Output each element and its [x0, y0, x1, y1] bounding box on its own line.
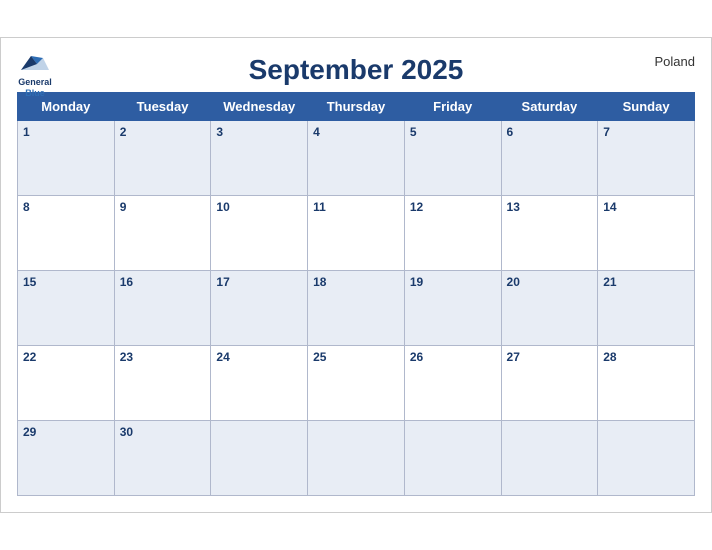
day-number: 28	[603, 350, 689, 364]
day-number: 1	[23, 125, 109, 139]
day-number: 27	[507, 350, 593, 364]
calendar-container: General Blue September 2025 Poland Monda…	[0, 37, 712, 513]
logo-icon	[17, 48, 53, 76]
header-tuesday: Tuesday	[114, 93, 211, 121]
country-label: Poland	[655, 54, 695, 69]
logo: General Blue	[17, 48, 53, 99]
logo-text-blue: Blue	[25, 88, 45, 99]
calendar-title: September 2025	[249, 54, 464, 86]
table-row: 8	[18, 196, 115, 271]
day-number: 6	[507, 125, 593, 139]
calendar-week-row: 15 16 17 18 19 20 21	[18, 271, 695, 346]
table-row: 15	[18, 271, 115, 346]
day-number: 26	[410, 350, 496, 364]
table-row: 29	[18, 421, 115, 496]
table-row: 12	[404, 196, 501, 271]
day-number: 2	[120, 125, 206, 139]
calendar-body: 1234567891011121314151617181920212223242…	[18, 121, 695, 496]
table-row: 23	[114, 346, 211, 421]
table-row: 27	[501, 346, 598, 421]
table-row: 16	[114, 271, 211, 346]
table-row: 3	[211, 121, 308, 196]
calendar-week-row: 22 23 24 25 26 27 28	[18, 346, 695, 421]
day-number: 9	[120, 200, 206, 214]
day-number: 10	[216, 200, 302, 214]
table-row: 30	[114, 421, 211, 496]
day-number: 14	[603, 200, 689, 214]
day-number: 23	[120, 350, 206, 364]
calendar-header: General Blue September 2025 Poland	[17, 48, 695, 86]
day-number: 18	[313, 275, 399, 289]
table-row: 19	[404, 271, 501, 346]
table-row: 4	[308, 121, 405, 196]
table-row: 22	[18, 346, 115, 421]
header-saturday: Saturday	[501, 93, 598, 121]
day-number: 19	[410, 275, 496, 289]
table-row: 18	[308, 271, 405, 346]
table-row: 7	[598, 121, 695, 196]
header-friday: Friday	[404, 93, 501, 121]
day-number: 24	[216, 350, 302, 364]
day-number: 16	[120, 275, 206, 289]
table-row: 6	[501, 121, 598, 196]
header-thursday: Thursday	[308, 93, 405, 121]
day-number: 30	[120, 425, 206, 439]
table-row	[211, 421, 308, 496]
header-sunday: Sunday	[598, 93, 695, 121]
day-number: 4	[313, 125, 399, 139]
table-row: 25	[308, 346, 405, 421]
day-number: 12	[410, 200, 496, 214]
day-number: 22	[23, 350, 109, 364]
day-number: 11	[313, 200, 399, 214]
day-number: 29	[23, 425, 109, 439]
day-number: 13	[507, 200, 593, 214]
calendar-week-row: 29 30	[18, 421, 695, 496]
weekday-header-row: Monday Tuesday Wednesday Thursday Friday…	[18, 93, 695, 121]
day-number: 17	[216, 275, 302, 289]
table-row: 1	[18, 121, 115, 196]
table-row: 11	[308, 196, 405, 271]
day-number: 15	[23, 275, 109, 289]
table-row: 21	[598, 271, 695, 346]
day-number: 25	[313, 350, 399, 364]
table-row: 5	[404, 121, 501, 196]
table-row	[404, 421, 501, 496]
table-row: 24	[211, 346, 308, 421]
table-row: 13	[501, 196, 598, 271]
day-number: 7	[603, 125, 689, 139]
table-row: 28	[598, 346, 695, 421]
day-number: 8	[23, 200, 109, 214]
table-row: 14	[598, 196, 695, 271]
table-row: 20	[501, 271, 598, 346]
calendar-week-row: 1234567	[18, 121, 695, 196]
table-row	[598, 421, 695, 496]
table-row: 9	[114, 196, 211, 271]
calendar-table: Monday Tuesday Wednesday Thursday Friday…	[17, 92, 695, 496]
table-row: 26	[404, 346, 501, 421]
table-row: 10	[211, 196, 308, 271]
day-number: 3	[216, 125, 302, 139]
table-row: 2	[114, 121, 211, 196]
header-wednesday: Wednesday	[211, 93, 308, 121]
day-number: 5	[410, 125, 496, 139]
logo-text-general: General	[18, 77, 52, 88]
day-number: 20	[507, 275, 593, 289]
day-number: 21	[603, 275, 689, 289]
table-row	[501, 421, 598, 496]
table-row: 17	[211, 271, 308, 346]
calendar-week-row: 89 10 11 12 13 14	[18, 196, 695, 271]
table-row	[308, 421, 405, 496]
